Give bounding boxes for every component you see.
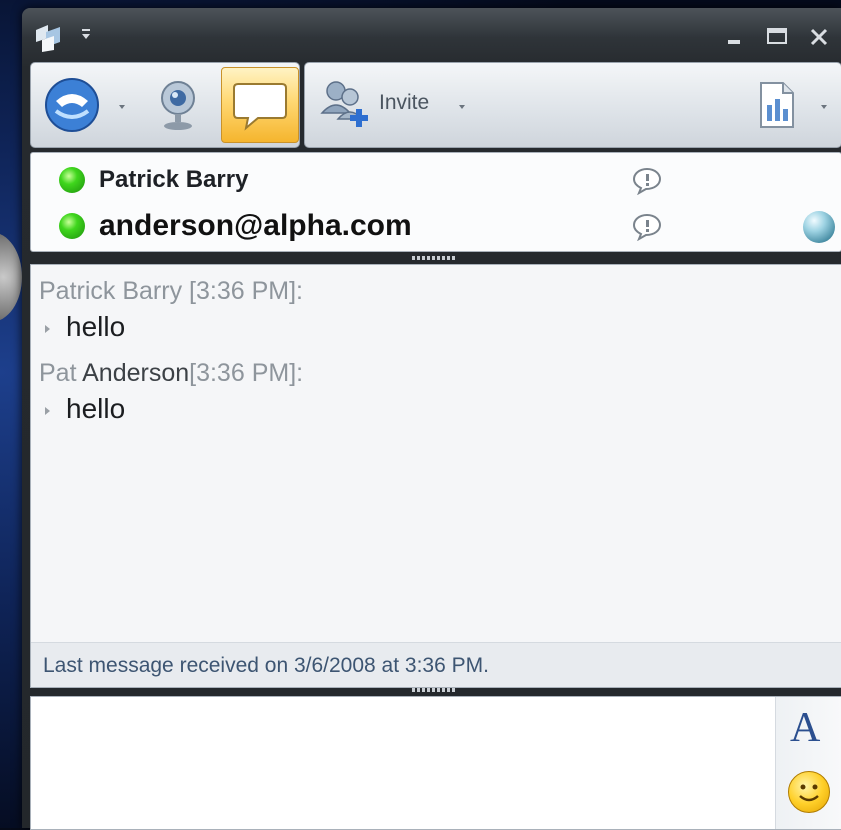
actions-toolbar: Invite	[304, 62, 841, 148]
phone-call-icon	[45, 78, 99, 132]
message-sender: Patrick Barry	[39, 277, 183, 305]
compose-splitter[interactable]	[412, 688, 456, 692]
message-header: Patrick Barry [3:36 PM]:	[39, 277, 303, 306]
webcam-icon	[161, 81, 195, 130]
message-header: Pat Anderson[3:36 PM]:	[39, 359, 303, 388]
compose-area: A	[30, 696, 841, 830]
message-bullet-icon	[45, 406, 50, 415]
message-time: [3:36 PM]:	[189, 359, 304, 387]
conversation-transcript: Patrick Barry [3:36 PM]: hello Pat Ander…	[30, 264, 841, 688]
maximize-icon[interactable]	[764, 24, 790, 50]
participant-row[interactable]: anderson@alpha.com	[31, 203, 841, 249]
message-time: [3:36 PM]:	[189, 277, 303, 305]
video-button[interactable]	[147, 73, 209, 137]
message-input[interactable]	[31, 697, 771, 829]
invite-dropdown-icon[interactable]	[459, 105, 465, 109]
presence-online-icon	[59, 213, 85, 239]
smiley-icon[interactable]	[788, 771, 830, 813]
invite-label[interactable]: Invite	[379, 91, 429, 115]
presence-online-icon	[59, 167, 85, 193]
system-menu-line	[82, 29, 90, 31]
globe-icon[interactable]	[803, 211, 835, 243]
share-dropdown-icon[interactable]	[821, 105, 827, 109]
call-button[interactable]	[39, 73, 107, 137]
message-bullet-icon	[45, 324, 50, 333]
system-menu-arrow-icon[interactable]	[82, 34, 90, 39]
minimize-icon[interactable]	[722, 24, 748, 50]
communication-toolbar	[30, 62, 300, 148]
status-bar: Last message received on 3/6/2008 at 3:3…	[31, 642, 841, 687]
conversation-window: Invite Patrick Barry anderson@alpha.com …	[22, 8, 841, 830]
participant-name: anderson@alpha.com	[99, 209, 412, 242]
communicator-icon[interactable]	[32, 22, 66, 54]
close-icon[interactable]	[806, 24, 832, 50]
message-status-icon	[632, 167, 662, 195]
message-sender: Pat	[39, 359, 77, 387]
message-status-icon	[632, 213, 662, 241]
chat-bubble-icon	[233, 83, 287, 131]
message-text: hello	[45, 393, 125, 425]
invite-people-icon	[320, 81, 368, 127]
invite-button[interactable]	[313, 75, 377, 135]
message-sender-surname: Anderson	[82, 359, 190, 387]
compose-sidebar: A	[775, 697, 841, 829]
instant-message-button[interactable]	[221, 67, 299, 143]
message-text: hello	[45, 311, 125, 343]
participant-row[interactable]: Patrick Barry	[31, 157, 841, 203]
call-dropdown-icon[interactable]	[119, 105, 125, 109]
title-bar[interactable]	[22, 8, 841, 54]
last-message-status: Last message received on 3/6/2008 at 3:3…	[43, 654, 489, 677]
font-icon[interactable]: A	[790, 707, 820, 749]
share-document-icon	[760, 82, 794, 128]
participant-list: Patrick Barry anderson@alpha.com	[30, 152, 841, 252]
share-button[interactable]	[747, 75, 807, 135]
participants-splitter[interactable]	[412, 256, 456, 260]
participant-name: Patrick Barry	[99, 166, 249, 193]
